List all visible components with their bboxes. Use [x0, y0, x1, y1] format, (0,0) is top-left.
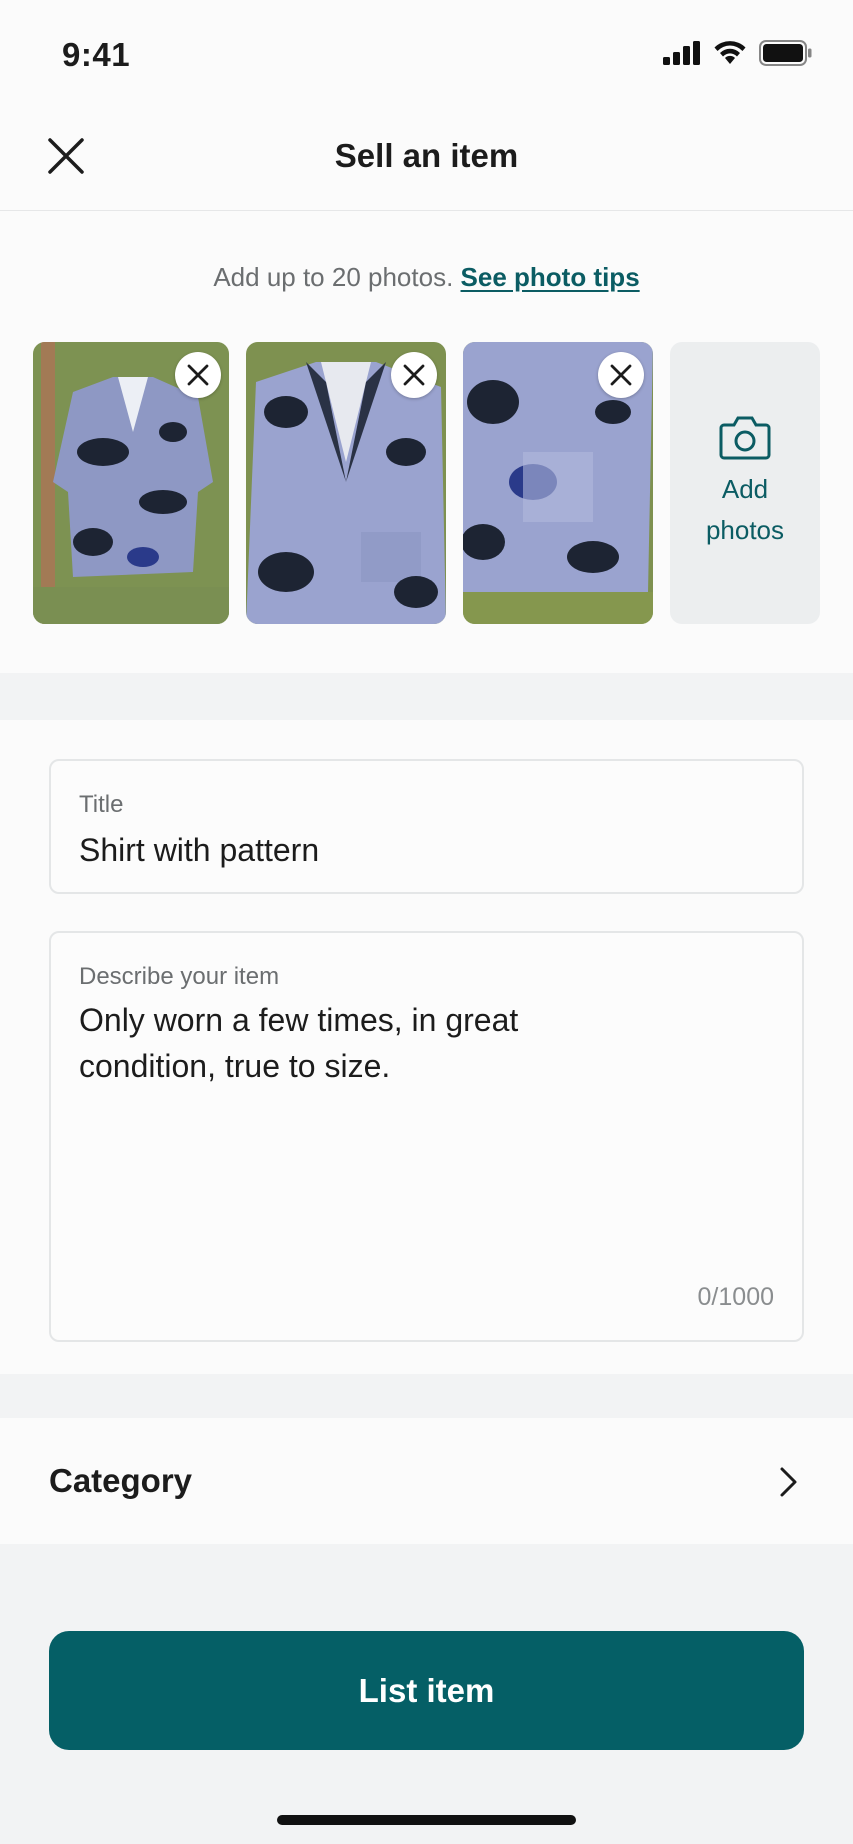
remove-photo-button[interactable] [391, 352, 437, 398]
battery-icon [759, 40, 812, 66]
close-icon [403, 364, 425, 386]
title-field[interactable]: Title Shirt with pattern [49, 759, 804, 894]
title-field-label: Title [79, 791, 124, 818]
close-icon [187, 364, 209, 386]
status-icons [663, 40, 813, 66]
description-field-label: Describe your item [79, 963, 280, 990]
photo-tips-link[interactable]: See photo tips [461, 262, 640, 292]
camera-icon [719, 416, 771, 460]
category-label: Category [49, 1462, 193, 1499]
page-title: Sell an item [334, 137, 519, 174]
status-time: 9:41 [62, 36, 131, 73]
remove-photo-button[interactable] [598, 352, 644, 398]
add-photos-label: Add photos [705, 474, 785, 545]
cellular-signal-icon [663, 41, 700, 65]
description-field-value: Only worn a few times, in great conditio… [79, 1002, 519, 1084]
add-photos-button[interactable]: Add photos [670, 342, 820, 624]
close-icon [610, 364, 632, 386]
photo-hint-text: Add up to 20 photos. [213, 262, 454, 292]
character-counter: 0/1000 [697, 1283, 774, 1311]
list-item-button[interactable]: List item [49, 1631, 804, 1750]
title-field-value: Shirt with pattern [79, 832, 320, 868]
chevron-right-icon [780, 1467, 797, 1497]
photo-hint: Add up to 20 photos. See photo tips [0, 262, 853, 293]
description-field[interactable]: Describe your item Only worn a few times… [49, 931, 804, 1342]
home-indicator [277, 1815, 576, 1825]
wifi-icon [714, 41, 746, 64]
remove-photo-button[interactable] [175, 352, 221, 398]
